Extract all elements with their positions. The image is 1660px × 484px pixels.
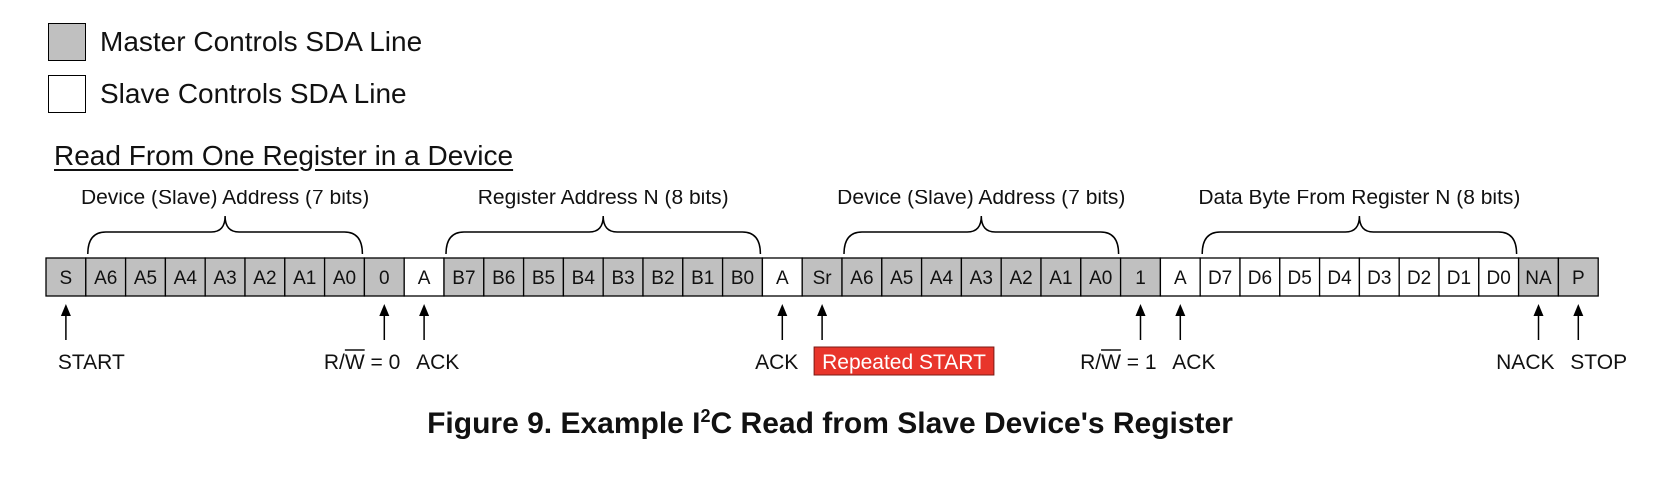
bit-label: A2 [253,268,276,289]
bit-label: B1 [691,268,714,289]
bit-label: 1 [1135,268,1146,289]
bit-label: NA [1525,268,1552,289]
marker-arrow-head [1135,304,1146,316]
bit-label: D1 [1447,268,1471,289]
i2c-timing-diagram: S A6 A5 A4 A3 A2 A1 A0 0 A B7 B6 B5 B4 B3 B2 B1 B0 A Sr A6 A5… [45,190,1627,376]
bit-label: Sr [813,268,833,289]
bit-label: D2 [1407,268,1431,289]
marker-label: NACK [1496,351,1554,374]
bit-label: A4 [174,268,198,289]
bit-label: D4 [1327,268,1352,289]
marker-arrow-head [419,304,430,316]
marker-label: ACK [755,351,798,374]
marker-label: R/W = 1 [1080,351,1156,374]
group-brace [87,215,364,255]
bit-label: D3 [1367,268,1391,289]
group-label: Register Address N (8 bits) [478,190,729,209]
caption-suffix: C Read from Slave Device's Register [710,407,1233,440]
legend-slave: Slave Controls SDA Line [48,75,407,113]
bit-label: B3 [611,268,634,289]
legend-master: Master Controls SDA Line [48,23,422,61]
bit-label: A [776,268,789,289]
bit-label: 0 [379,268,390,289]
marker-label: R/W = 0 [324,351,400,374]
marker-arrow-head [777,304,788,316]
bit-label: P [1572,268,1585,289]
marker-arrow-head [817,304,828,316]
group-label: Device (Slave) Address (7 bits) [837,190,1125,209]
group-brace [843,215,1120,255]
bit-label: A6 [850,268,873,289]
bit-label: A4 [930,268,954,289]
legend-slave-swatch [48,75,86,113]
bit-label: D0 [1487,268,1511,289]
legend-master-label: Master Controls SDA Line [100,26,423,57]
bit-label: A5 [890,268,913,289]
bit-label: A0 [333,268,356,289]
bit-label: A [1174,268,1187,289]
legend-master-swatch [48,23,86,61]
bit-label: A2 [1009,268,1032,289]
bit-label: A5 [134,268,157,289]
marker-arrow-head [1533,304,1544,316]
marker-label: ACK [1172,351,1215,374]
bit-label: B0 [731,268,754,289]
marker-arrow-head [379,304,390,316]
bit-label: A3 [970,268,993,289]
marker-label: ACK [416,351,459,374]
bit-label: D5 [1288,268,1312,289]
marker-arrow-head [1573,304,1584,316]
group-label: Device (Slave) Address (7 bits) [81,190,369,209]
bit-label: A1 [293,268,316,289]
marker-label-repeated-start: Repeated START [822,351,986,374]
bit-label: B7 [452,268,475,289]
bit-label: B4 [572,268,596,289]
marker-arrow-head [60,304,71,316]
group-label: Data Byte From Register N (8 bits) [1198,190,1520,209]
group-brace [445,215,762,255]
bit-label: B6 [492,268,515,289]
caption-prefix: Figure 9. Example I [427,407,701,440]
group-brace [1201,215,1518,255]
bit-label: A3 [213,268,236,289]
caption-superscript: 2 [700,406,711,426]
bit-label: B2 [651,268,674,289]
legend-slave-label: Slave Controls SDA Line [100,78,407,109]
bit-label: A0 [1089,268,1112,289]
section-title: Read From One Register in a Device [54,140,514,171]
marker-label: START [58,351,125,374]
marker-arrow-head [1175,304,1186,316]
figure-caption: Figure 9. Example I2C Read from Slave De… [0,406,1660,441]
bit-label: A [418,268,431,289]
marker-label: STOP [1570,351,1627,374]
bit-label: A1 [1049,268,1072,289]
bit-label: B5 [532,268,555,289]
bit-label: A6 [94,268,117,289]
bit-label: D6 [1248,268,1272,289]
bit-label: D7 [1208,268,1232,289]
bit-label: S [60,268,73,289]
